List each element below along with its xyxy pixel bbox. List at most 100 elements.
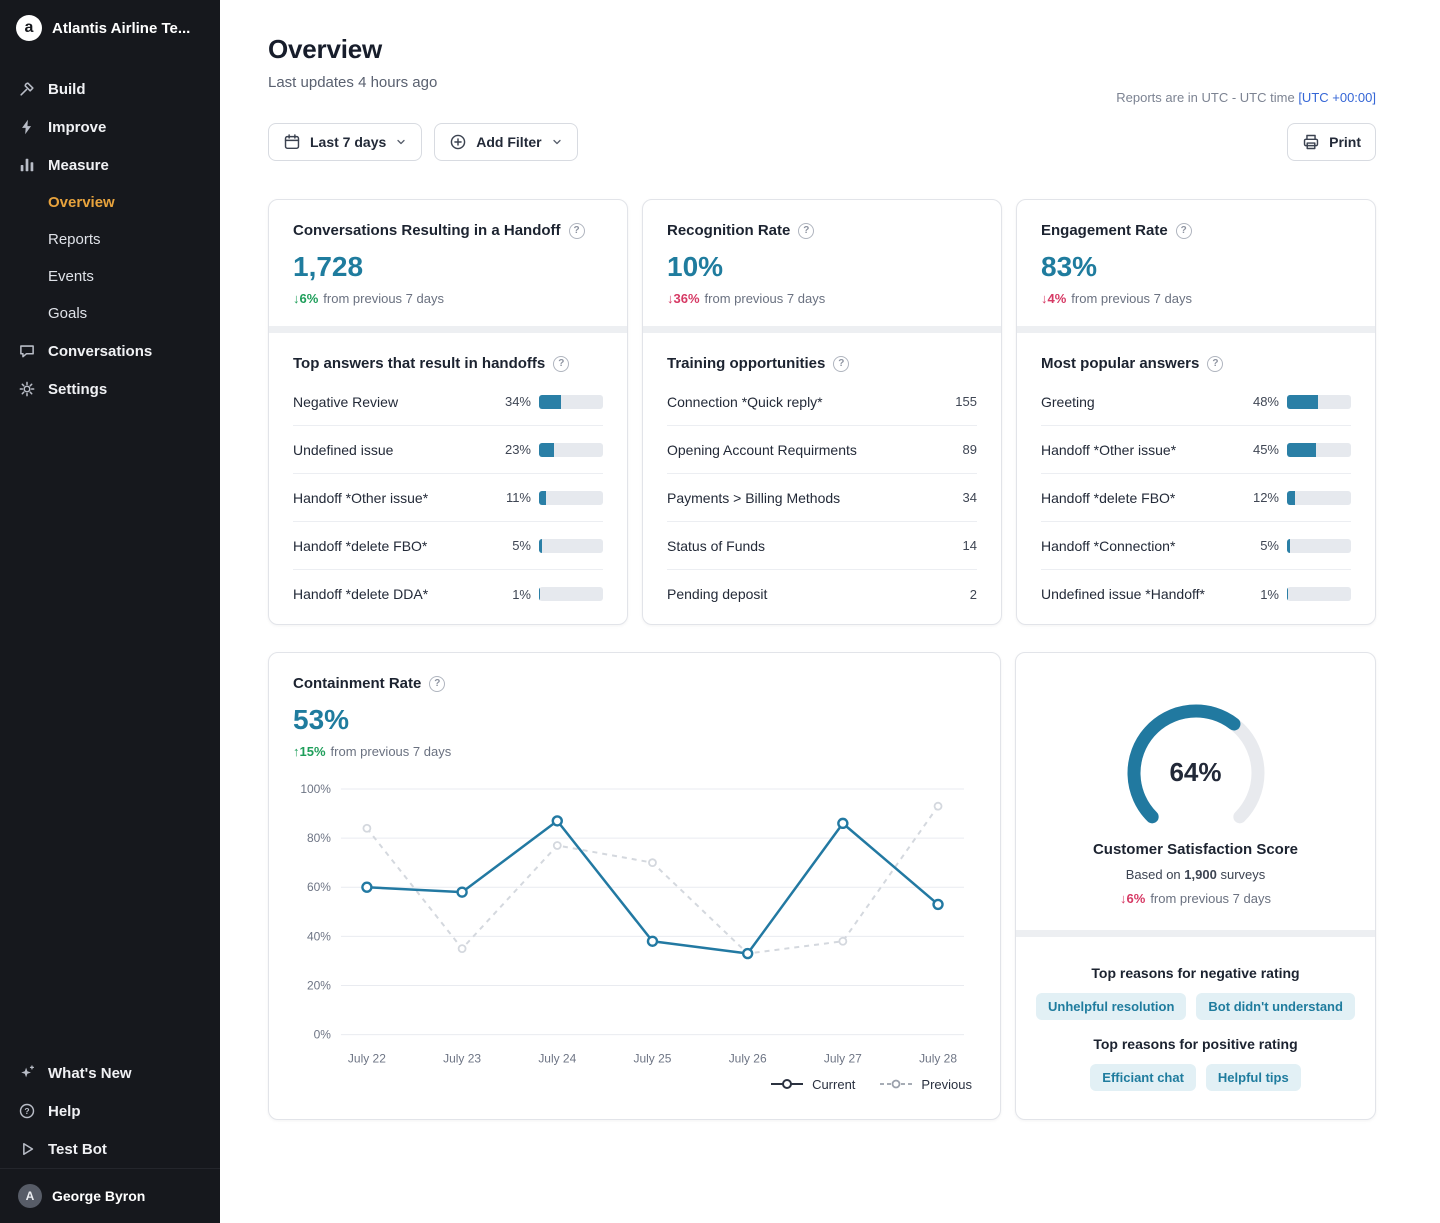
y-tick-label: 60%	[307, 880, 331, 894]
sidebar-item-reports[interactable]: Reports	[0, 221, 220, 258]
list-item: Status of Funds 14	[667, 522, 977, 570]
list-item: Negative Review 34%	[293, 378, 603, 426]
previous-series-line	[367, 806, 938, 953]
sidebar-item-build[interactable]: Build	[0, 70, 220, 108]
progress-bar	[1287, 443, 1351, 457]
negative-reasons: Unhelpful resolution Bot didn't understa…	[1036, 993, 1355, 1020]
topic-count: 2	[970, 587, 977, 602]
help-icon[interactable]	[553, 356, 569, 372]
answer-label: Handoff *Connection*	[1041, 538, 1175, 554]
answer-label: Greeting	[1041, 394, 1095, 410]
x-tick-label: July 27	[824, 1052, 862, 1066]
x-tick-label: July 25	[634, 1052, 672, 1066]
sidebar-item-label: Help	[48, 1103, 81, 1120]
help-icon[interactable]	[569, 223, 585, 239]
negative-reasons-title: Top reasons for negative rating	[1036, 965, 1355, 981]
y-tick-label: 40%	[307, 929, 331, 943]
sidebar-item-overview[interactable]: Overview	[0, 184, 220, 221]
answer-label: Handoff *delete FBO*	[293, 538, 427, 554]
sidebar-item-goals[interactable]: Goals	[0, 295, 220, 332]
positive-reasons: Efficiant chat Helpful tips	[1036, 1064, 1355, 1091]
previous-series-marker-icon	[879, 1078, 913, 1090]
sidebar-item-label: Build	[48, 81, 86, 98]
sidebar: Atlantis Airline Te... Build Improve Mea…	[0, 0, 220, 1223]
answer-pct: 5%	[512, 538, 531, 553]
sidebar-item-settings[interactable]: Settings	[0, 370, 220, 408]
sidebar-item-help[interactable]: ? Help	[0, 1092, 220, 1130]
x-tick-label: July 28	[919, 1052, 957, 1066]
card-title: Containment Rate	[293, 675, 421, 692]
last-updated-text: Last updates 4 hours ago	[268, 74, 437, 91]
help-icon[interactable]	[833, 356, 849, 372]
progress-bar	[539, 539, 603, 553]
utc-offset-link[interactable]: [UTC +00:00]	[1298, 90, 1376, 105]
engagement-card: Engagement Rate 83% ↓4% from previous 7 …	[1016, 199, 1376, 625]
legend-current: Current	[770, 1077, 855, 1092]
list-item: Handoff *Other issue* 11%	[293, 474, 603, 522]
answer-label: Handoff *delete FBO*	[1041, 490, 1175, 506]
list-item: Payments > Billing Methods 34	[667, 474, 977, 522]
kpi-delta: ↓6% from previous 7 days	[293, 291, 603, 306]
sidebar-item-whats-new[interactable]: What's New	[0, 1054, 220, 1092]
bar-chart-icon	[18, 156, 36, 174]
sidebar-item-measure[interactable]: Measure	[0, 146, 220, 184]
utc-note: Reports are in UTC - UTC time [UTC +00:0…	[1116, 90, 1376, 105]
kpi-delta: ↓36% from previous 7 days	[667, 291, 977, 306]
topic-label: Status of Funds	[667, 538, 765, 554]
help-icon[interactable]	[429, 676, 445, 692]
sidebar-item-label: Test Bot	[48, 1141, 107, 1158]
answer-pct: 23%	[505, 442, 531, 457]
help-icon[interactable]	[1176, 223, 1192, 239]
sidebar-item-label: Improve	[48, 119, 106, 136]
previous-point	[363, 825, 370, 832]
divider	[1016, 930, 1375, 937]
help-icon[interactable]	[1207, 356, 1223, 372]
chart-legend: Current Previous	[269, 1073, 1000, 1110]
sidebar-bottom-nav: What's New ? Help Test Bot	[0, 1054, 220, 1168]
list-item: Undefined issue *Handoff* 1%	[1041, 570, 1351, 618]
list-item: Handoff *delete DDA* 1%	[293, 570, 603, 618]
answer-label: Handoff *Other issue*	[1041, 442, 1176, 458]
list-item: Undefined issue 23%	[293, 426, 603, 474]
answer-pct: 11%	[506, 490, 531, 505]
sidebar-item-label: What's New	[48, 1065, 132, 1082]
list-title: Training opportunities	[667, 355, 825, 372]
kpi-value: 53%	[293, 704, 976, 736]
y-tick-label: 20%	[307, 978, 331, 992]
sidebar-item-test-bot[interactable]: Test Bot	[0, 1130, 220, 1168]
containment-card: Containment Rate 53% ↑15% from previous …	[268, 652, 1001, 1120]
plus-circle-icon	[449, 133, 467, 151]
current-point	[838, 819, 847, 828]
workspace-switcher[interactable]: Atlantis Airline Te...	[0, 0, 220, 56]
reason-pill: Efficiant chat	[1090, 1064, 1196, 1091]
x-tick-label: July 24	[538, 1052, 576, 1066]
topic-count: 34	[963, 490, 977, 505]
help-circle-icon: ?	[18, 1102, 36, 1120]
add-filter-button[interactable]: Add Filter	[434, 123, 577, 161]
user-menu[interactable]: A George Byron	[0, 1168, 220, 1223]
sidebar-item-improve[interactable]: Improve	[0, 108, 220, 146]
topic-count: 14	[963, 538, 977, 553]
sidebar-item-label: Conversations	[48, 343, 152, 360]
progress-bar	[1287, 395, 1351, 409]
date-range-label: Last 7 days	[310, 134, 386, 150]
current-series-marker-icon	[770, 1078, 804, 1090]
x-tick-label: July 23	[443, 1052, 481, 1066]
sidebar-item-label: Measure	[48, 157, 109, 174]
answer-pct: 1%	[1260, 587, 1279, 602]
workspace-name: Atlantis Airline Te...	[52, 20, 190, 37]
kpi-value: 10%	[667, 251, 977, 283]
card-title: Engagement Rate	[1041, 222, 1168, 239]
list-item: Handoff *Other issue* 45%	[1041, 426, 1351, 474]
sidebar-item-events[interactable]: Events	[0, 258, 220, 295]
list-item: Handoff *delete FBO* 12%	[1041, 474, 1351, 522]
help-icon[interactable]	[798, 223, 814, 239]
topic-label: Opening Account Requirments	[667, 442, 857, 458]
print-button[interactable]: Print	[1287, 123, 1376, 161]
sidebar-item-conversations[interactable]: Conversations	[0, 332, 220, 370]
date-range-filter-button[interactable]: Last 7 days	[268, 123, 422, 161]
current-point	[553, 816, 562, 825]
handoff-card: Conversations Resulting in a Handoff 1,7…	[268, 199, 628, 625]
legend-previous: Previous	[879, 1077, 972, 1092]
hammer-icon	[18, 80, 36, 98]
